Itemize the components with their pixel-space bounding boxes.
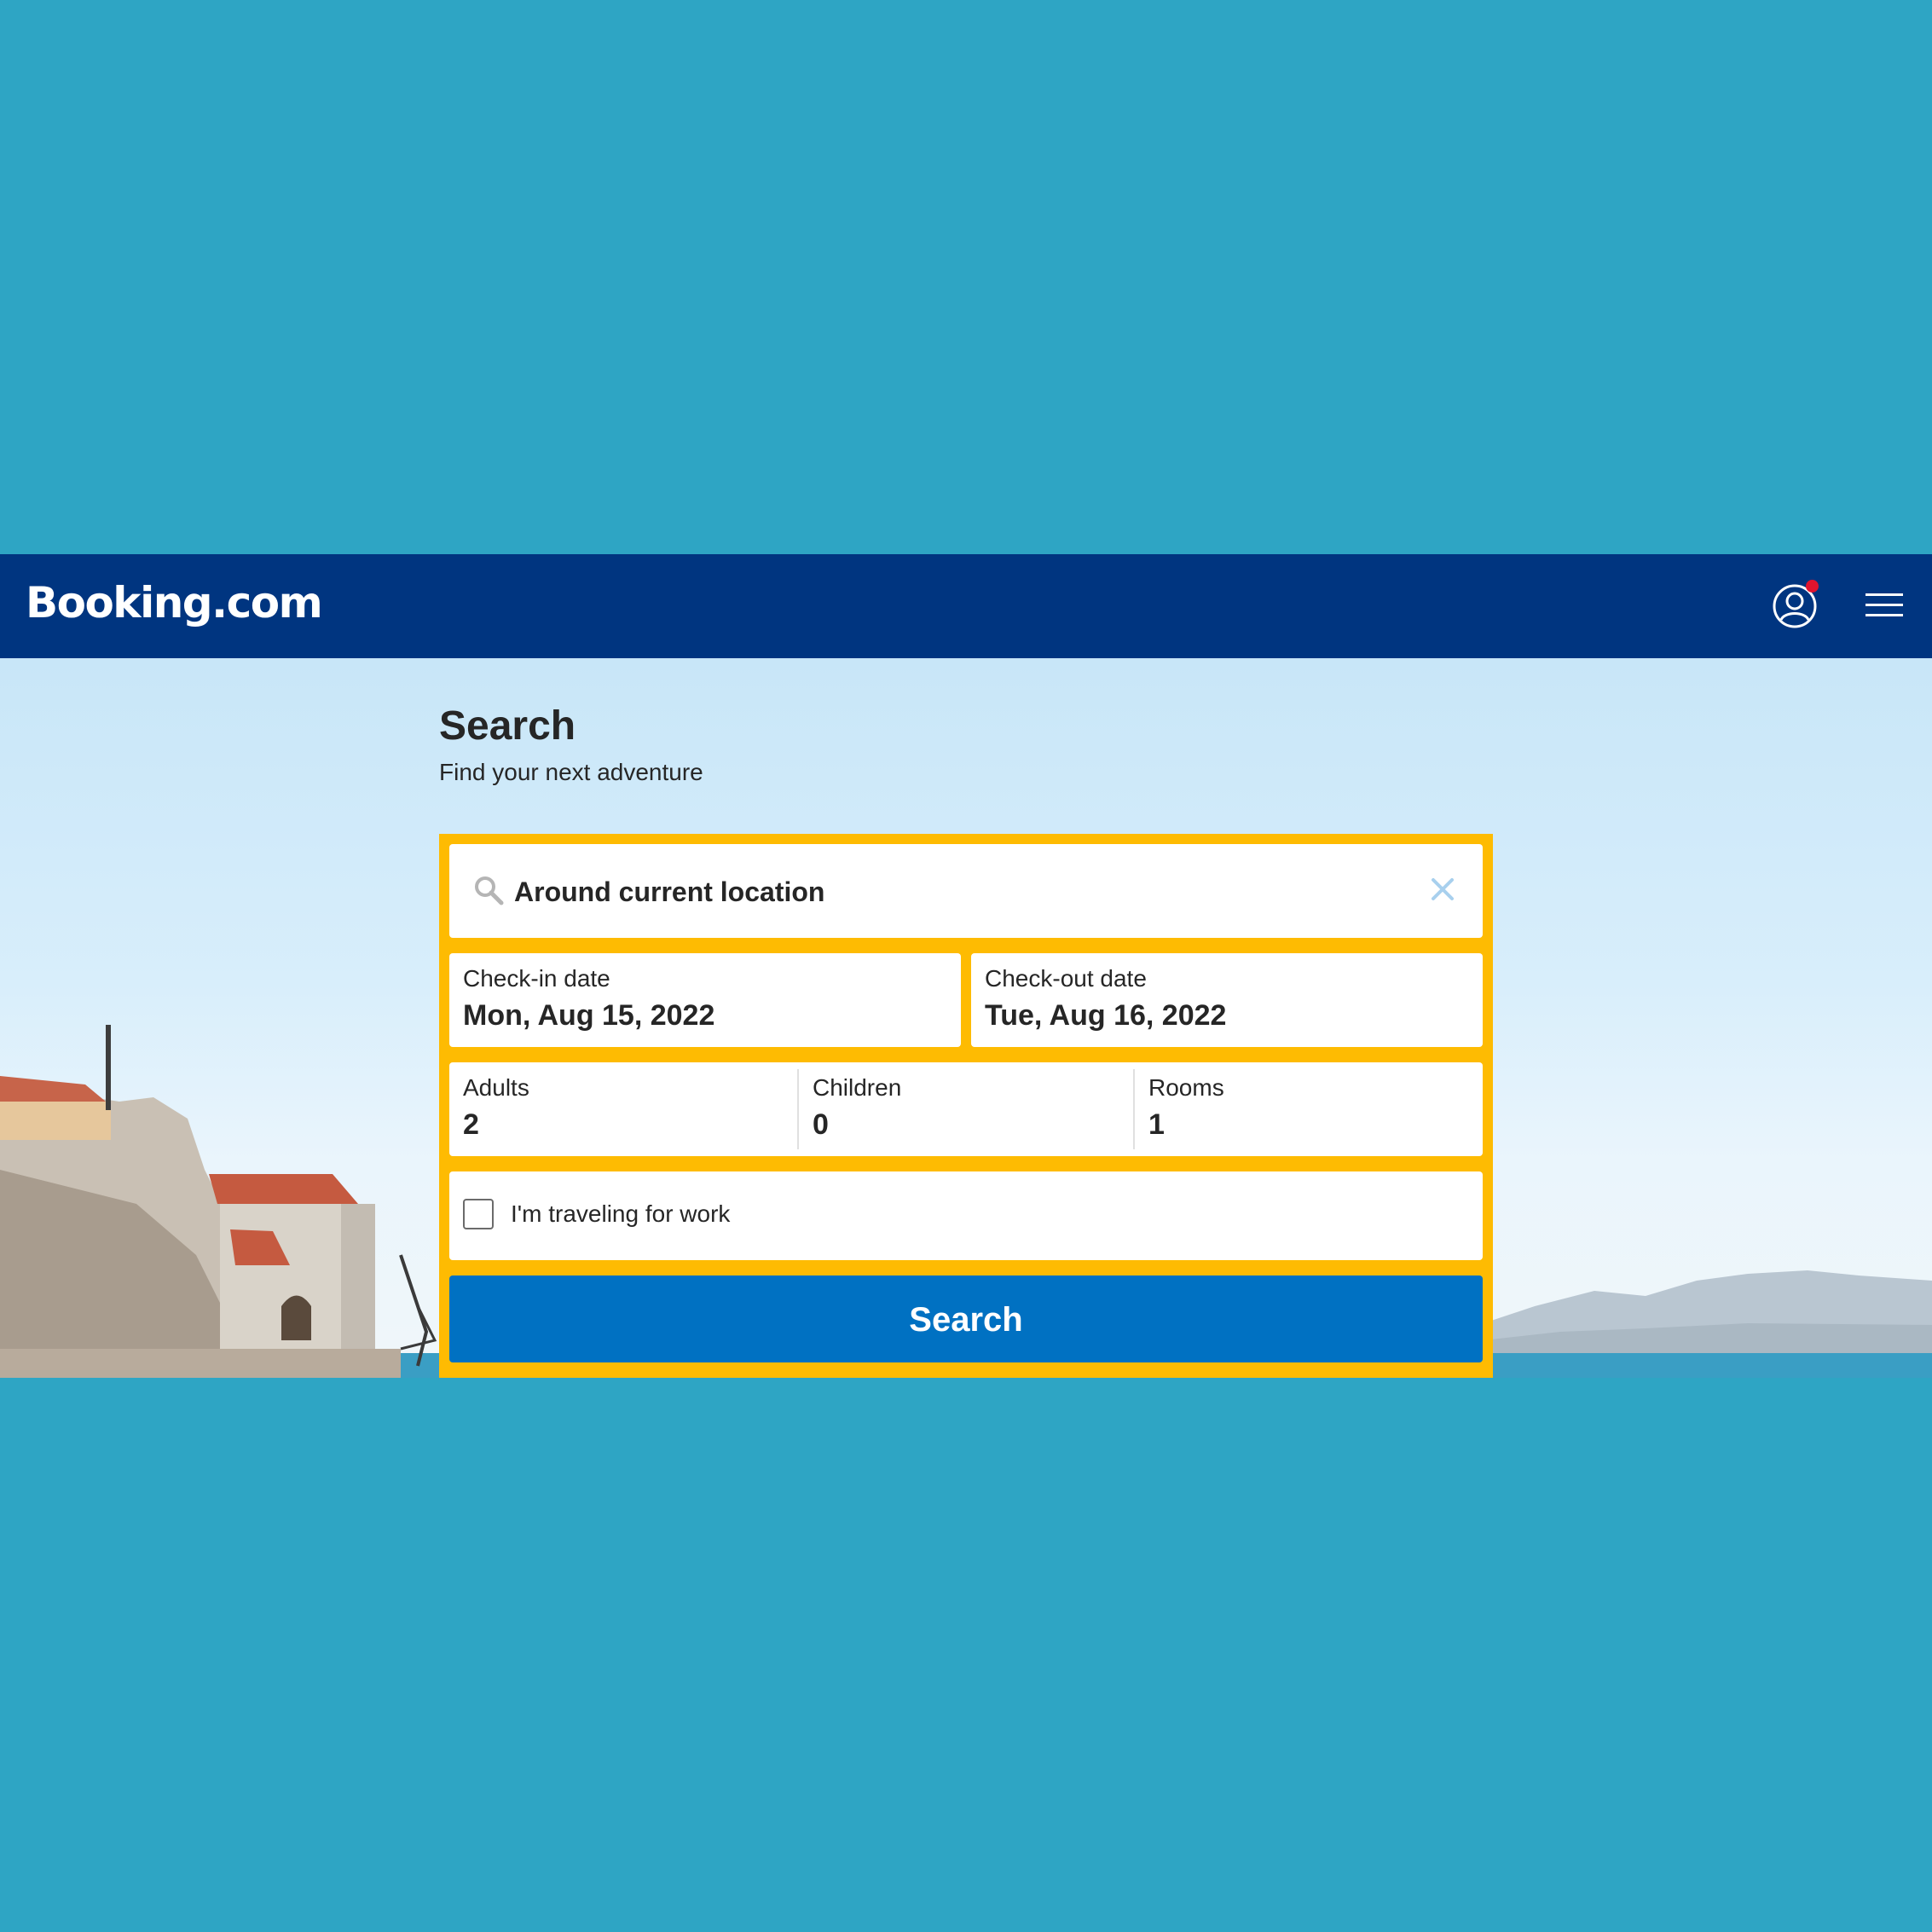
work-travel-row[interactable]: I'm traveling for work [449, 1171, 1483, 1260]
adults-value: 2 [463, 1108, 479, 1141]
search-icon [475, 876, 504, 905]
checkout-value: Tue, Aug 16, 2022 [985, 999, 1227, 1032]
destination-field[interactable]: Around current location [449, 844, 1483, 938]
checkin-label: Check-in date [463, 965, 610, 992]
guests-field: Adults 2 Children 0 Rooms 1 [449, 1062, 1483, 1156]
rooms-selector[interactable]: Rooms 1 [1133, 1069, 1484, 1149]
page-title: Search [439, 703, 576, 749]
checkout-date-field[interactable]: Check-out date Tue, Aug 16, 2022 [971, 953, 1483, 1047]
work-travel-label: I'm traveling for work [511, 1200, 731, 1227]
destination-value: Around current location [514, 876, 825, 907]
top-navigation-bar: Booking.com [0, 554, 1932, 658]
checkin-date-field[interactable]: Check-in date Mon, Aug 15, 2022 [449, 953, 961, 1047]
children-selector[interactable]: Children 0 [797, 1069, 1135, 1149]
notification-dot [1806, 580, 1819, 593]
adults-selector[interactable]: Adults 2 [449, 1062, 797, 1156]
search-form-box: Around current location Check-in date Mo… [439, 834, 1493, 1373]
rooms-label: Rooms [1148, 1074, 1224, 1101]
checkout-label: Check-out date [985, 965, 1147, 992]
work-travel-checkbox[interactable] [463, 1199, 494, 1229]
children-value: 0 [813, 1108, 829, 1141]
rooms-value: 1 [1148, 1108, 1165, 1141]
adults-label: Adults [463, 1074, 529, 1101]
close-icon[interactable] [1428, 875, 1457, 904]
page-subtitle: Find your next adventure [439, 759, 703, 785]
checkin-value: Mon, Aug 15, 2022 [463, 999, 715, 1032]
children-label: Children [813, 1074, 902, 1101]
booking-logo[interactable]: Booking.com [26, 578, 323, 628]
hamburger-menu-icon[interactable] [1864, 588, 1905, 622]
search-button[interactable]: Search [449, 1275, 1483, 1362]
